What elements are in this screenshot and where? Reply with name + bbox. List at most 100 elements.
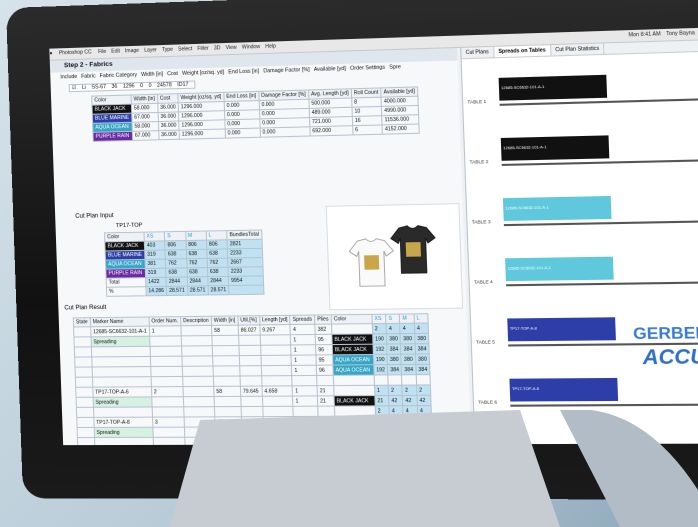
spread-bar[interactable]: TP17-TOP-A-8	[509, 377, 619, 402]
table-cell[interactable]: 380	[400, 333, 415, 344]
table-cell[interactable]: 42	[416, 395, 432, 406]
table-cell[interactable]: 1296.000	[179, 128, 226, 140]
table-cell[interactable]: 806	[206, 239, 228, 250]
table-cell[interactable]: 9954	[228, 275, 264, 286]
tab-cut-plans[interactable]: Cut Plans	[461, 46, 495, 59]
app-name[interactable]: Photoshop CC	[59, 49, 92, 56]
table-cell[interactable]: 762	[165, 258, 187, 269]
table-cell[interactable]	[260, 365, 293, 376]
table-cell[interactable]	[150, 356, 183, 367]
table-cell[interactable]	[401, 374, 417, 386]
table-cell[interactable]	[239, 355, 261, 366]
table-cell[interactable]: 95	[315, 354, 333, 366]
include-checkbox[interactable]: ☑	[72, 85, 77, 91]
table-cell[interactable]: 28.571	[166, 286, 188, 296]
menu-item-type[interactable]: Type	[162, 47, 173, 53]
table-cell[interactable]	[239, 375, 262, 387]
table-cell[interactable]	[73, 336, 92, 348]
table-cell[interactable]: 692.000	[309, 125, 353, 137]
table-cell[interactable]: 1	[290, 344, 316, 356]
table-cell[interactable]: 384	[387, 364, 402, 375]
menu-item-select[interactable]: Select	[178, 46, 192, 53]
fabric-cost[interactable]: 1296	[123, 83, 135, 89]
color-swatch[interactable]	[331, 323, 373, 335]
table-cell[interactable]	[261, 375, 293, 387]
table-cell[interactable]: 0.000	[259, 126, 310, 138]
table-cell[interactable]	[151, 396, 184, 407]
spread-table-block[interactable]: TABLE 1 12685-SC6632-101-A-1	[466, 63, 698, 122]
table-cell[interactable]	[262, 396, 294, 407]
table-cell[interactable]	[260, 344, 292, 356]
table-cell[interactable]: 4	[290, 324, 316, 335]
table-cell[interactable]: 2844	[166, 277, 188, 287]
table-cell[interactable]: 95	[315, 334, 333, 345]
table-cell[interactable]	[182, 366, 214, 377]
table-cell[interactable]: 4152.000	[382, 124, 419, 135]
table-cell[interactable]: 762	[206, 258, 229, 268]
table-cell[interactable]	[212, 345, 240, 356]
menu-item-help[interactable]: Help	[265, 43, 276, 49]
table-cell[interactable]	[238, 335, 261, 346]
table-cell[interactable]: 6	[352, 124, 383, 135]
order-select[interactable]: ID17	[177, 82, 188, 88]
table-cell[interactable]: 58	[213, 386, 241, 397]
color-swatch[interactable]: PURPLE RAIN	[92, 131, 133, 142]
table-cell[interactable]	[91, 356, 151, 368]
table-cell[interactable]: 2233	[228, 266, 264, 277]
menu-item-3d[interactable]: 3D	[214, 45, 221, 51]
color-swatch[interactable]: BLACK JACK	[331, 333, 373, 345]
user-name[interactable]: Tony Bayna	[666, 30, 695, 37]
table-cell[interactable]: 86.027	[237, 324, 260, 336]
table-cell[interactable]: 380	[387, 354, 402, 365]
table-cell[interactable]: 67.000	[132, 130, 159, 141]
spread-bar[interactable]: 12685-SC6632-101-A-1	[502, 195, 612, 221]
table-cell[interactable]	[181, 335, 213, 347]
spread-bar[interactable]: 12685-SC6632-101-A-1	[505, 256, 614, 282]
table-cell[interactable]: 42	[402, 395, 418, 406]
color-swatch[interactable]: BLACK JACK	[333, 395, 375, 407]
table-cell[interactable]	[211, 335, 239, 346]
menu-item-file[interactable]: File	[98, 49, 106, 55]
table-cell[interactable]	[182, 376, 214, 387]
table-cell[interactable]: 28.571	[187, 285, 209, 296]
color-swatch[interactable]	[333, 375, 375, 386]
table-cell[interactable]	[373, 374, 389, 386]
menu-item-edit[interactable]: Edit	[111, 48, 120, 54]
table-cell[interactable]	[181, 355, 213, 367]
table-cell[interactable]: 384	[401, 364, 416, 375]
table-cell[interactable]: 96	[315, 344, 333, 355]
table-cell[interactable]	[91, 346, 151, 357]
table-cell[interactable]	[180, 325, 212, 336]
color-swatch[interactable]	[333, 385, 375, 396]
color-swatch[interactable]: BLACK JACK	[332, 344, 374, 355]
spread-table-block[interactable]: TABLE 4 12685-SC6632-101-A-1	[473, 246, 698, 302]
table-cell[interactable]: 638	[165, 267, 187, 278]
spread-bar[interactable]: 12685-SC6632-101-A-1	[500, 135, 610, 161]
fabric-available[interactable]: 24578	[157, 82, 172, 88]
table-cell[interactable]: 1	[290, 334, 316, 345]
table-cell[interactable]: 28.571	[207, 285, 230, 295]
fabric-category[interactable]: SS-67	[91, 84, 106, 90]
table-cell[interactable]: 806	[185, 240, 207, 250]
tab-cut-plan-statistics[interactable]: Cut Plan Statistics	[550, 43, 605, 56]
table-cell[interactable]: 1	[374, 385, 389, 396]
menu-item-view[interactable]: View	[226, 45, 237, 51]
table-cell[interactable]	[181, 345, 213, 357]
table-cell[interactable]: 638	[207, 267, 229, 277]
table-cell[interactable]: 192	[372, 344, 388, 355]
table-cell[interactable]: 384	[400, 343, 416, 355]
table-cell[interactable]: 0.000	[224, 128, 261, 139]
table-cell[interactable]: 380	[414, 333, 429, 344]
table-cell[interactable]	[182, 386, 214, 397]
table-cell[interactable]: 1	[149, 325, 182, 337]
table-cell[interactable]	[183, 396, 215, 407]
table-cell[interactable]: 9.267	[259, 324, 291, 336]
table-cell[interactable]: 1	[291, 354, 317, 366]
tab-spreads-on-tables[interactable]: Spreads on Tables	[493, 45, 552, 58]
table-cell[interactable]: 1	[291, 365, 317, 376]
table-cell[interactable]: 96	[316, 365, 334, 376]
table-cell[interactable]: 2	[388, 385, 403, 396]
table-cell[interactable]: 384	[386, 343, 402, 355]
clock[interactable]: Mon 8:41 AM	[628, 31, 660, 38]
table-cell[interactable]: 2	[151, 386, 184, 397]
